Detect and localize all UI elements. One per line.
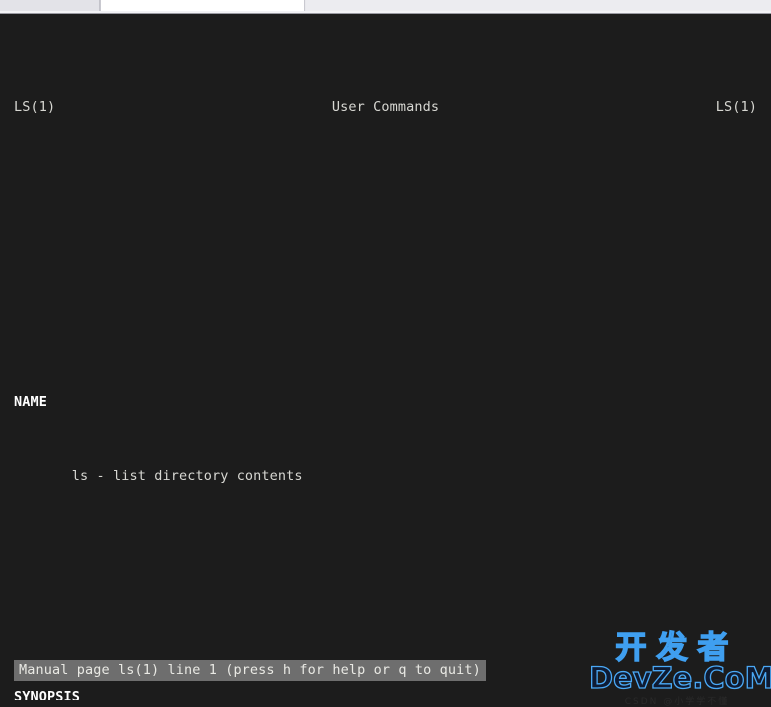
blank-line <box>0 562 771 587</box>
tab-active[interactable] <box>100 0 305 11</box>
name-body: ls - list directory contents <box>0 464 771 489</box>
browser-tab-strip[interactable] <box>0 0 771 11</box>
blank-line <box>0 267 771 292</box>
section-heading-name-label: NAME <box>14 394 47 410</box>
man-header-center: User Commands <box>0 95 771 120</box>
tab-right-partial[interactable] <box>306 0 771 11</box>
name-body-text: ls - list directory contents <box>72 468 303 484</box>
man-header-right: LS(1) <box>716 95 757 120</box>
tab-left-partial[interactable] <box>0 0 100 11</box>
man-page-header: LS(1) User Commands LS(1) <box>0 95 771 120</box>
section-heading-synopsis-label: SYNOPSIS <box>14 689 80 700</box>
section-heading-name: NAME <box>0 390 771 415</box>
section-heading-synopsis: SYNOPSIS <box>0 685 771 700</box>
man-page-viewport[interactable]: LS(1) User Commands LS(1) NAME ls - list… <box>0 14 771 700</box>
blank-line <box>0 193 771 218</box>
man-header-left: LS(1) <box>14 95 55 120</box>
pager-status-bar[interactable]: Manual page ls(1) line 1 (press h for he… <box>14 660 486 681</box>
